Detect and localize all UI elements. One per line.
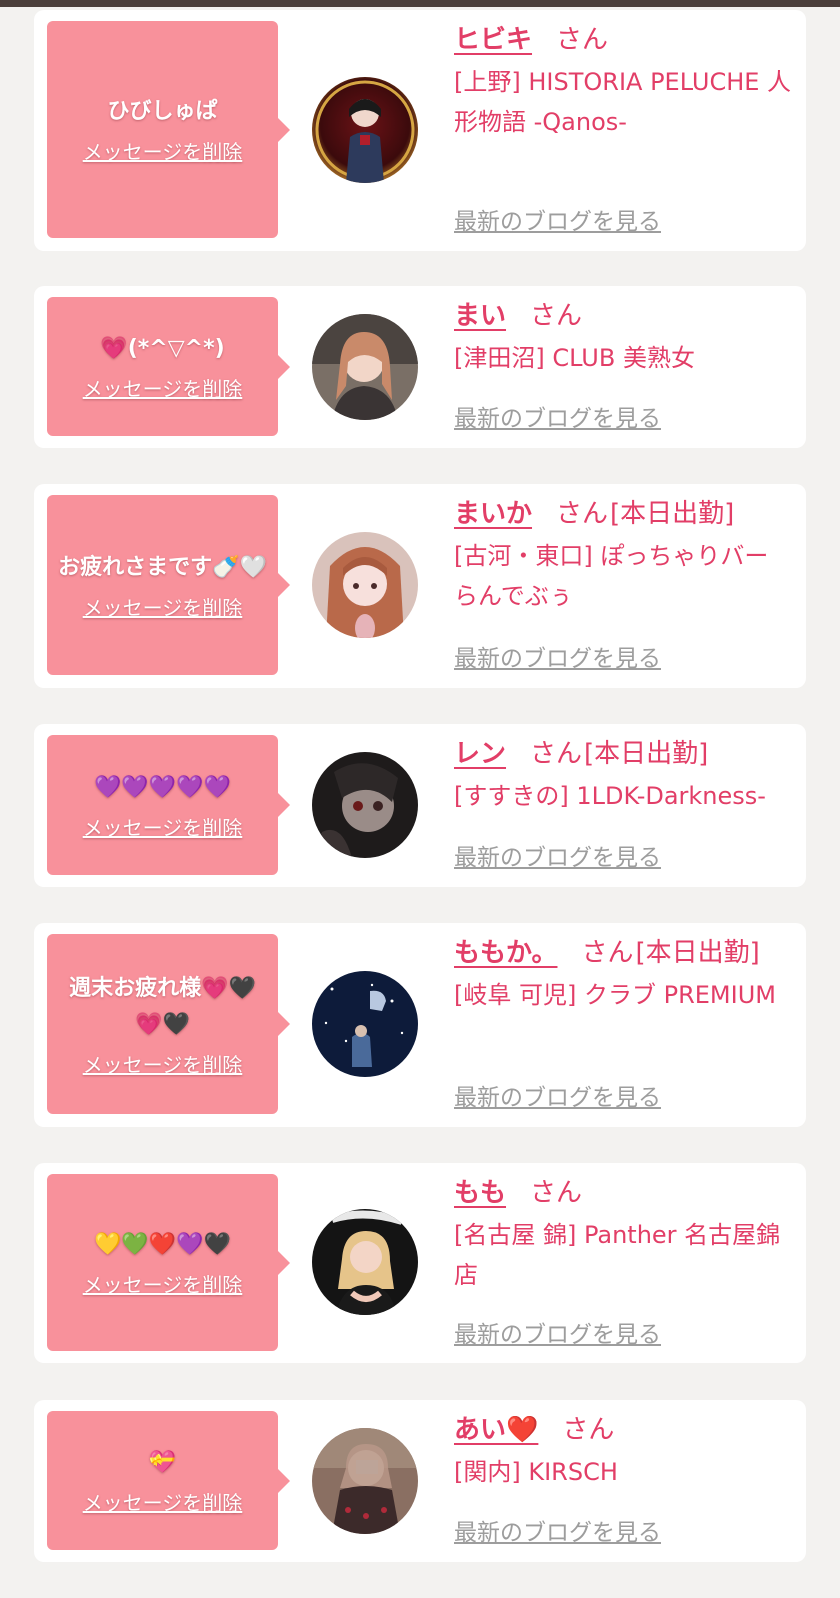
cast-name-link[interactable]: まいか: [454, 499, 532, 529]
honorific: さん: [562, 1415, 615, 1445]
shop-name: [名古屋 錦] Panther 名古屋錦店: [454, 1221, 781, 1289]
latest-blog-link[interactable]: 最新のブログを見る: [454, 639, 661, 673]
avatar[interactable]: [312, 1428, 418, 1534]
latest-blog-link[interactable]: 最新のブログを見る: [454, 1315, 661, 1349]
message-text: 💜💜💜💜💜: [94, 774, 231, 800]
favorite-card: 💛💚❤️💜🖤 メッセージを削除 もも さん [名古屋 錦] Panther 名古屋…: [34, 1163, 806, 1363]
message-bubble: 💗(*^▽^*) メッセージを削除: [47, 297, 290, 436]
shop-name: [津田沼] CLUB 美熟女: [454, 344, 695, 372]
status-text: [本日出勤]: [584, 739, 709, 769]
message-bubble: 💜💜💜💜💜 メッセージを削除: [47, 735, 290, 875]
cast-info: あい❤️ さん [関内] KIRSCH: [454, 1410, 799, 1492]
cast-name-link[interactable]: もも: [454, 1178, 506, 1208]
message-text: 週末お疲れ様💗🖤💗🖤: [69, 975, 256, 1037]
honorific: さん: [581, 938, 634, 968]
delete-message-link[interactable]: メッセージを削除: [83, 592, 243, 621]
avatar[interactable]: [312, 77, 418, 183]
latest-blog-link[interactable]: 最新のブログを見る: [454, 1513, 661, 1547]
latest-blog-link[interactable]: 最新のブログを見る: [454, 399, 661, 433]
message-text: 💗(*^▽^*): [100, 336, 225, 361]
top-bar: [0, 0, 840, 7]
delete-message-link[interactable]: メッセージを削除: [83, 136, 243, 165]
cast-name-link[interactable]: あい❤️: [454, 1415, 538, 1445]
latest-blog-link[interactable]: 最新のブログを見る: [454, 838, 661, 872]
cast-name-link[interactable]: レン: [454, 739, 506, 769]
avatar[interactable]: [312, 971, 418, 1077]
message-text: 💛💚❤️💜🖤: [94, 1232, 231, 1257]
cast-info: まい さん [津田沼] CLUB 美熟女: [454, 296, 799, 378]
favorite-card: 💜💜💜💜💜 メッセージを削除 レン さん[本日出勤] [すすきの] 1LDK-Da…: [34, 724, 806, 887]
honorific: さん: [530, 739, 583, 769]
status-text: [本日出勤]: [635, 938, 760, 968]
message-bubble: お疲れさまです🍼🤍 メッセージを削除: [47, 495, 290, 675]
cast-name-link[interactable]: まい: [454, 301, 506, 331]
delete-message-link[interactable]: メッセージを削除: [83, 812, 243, 841]
latest-blog-link[interactable]: 最新のブログを見る: [454, 202, 661, 236]
delete-message-link[interactable]: メッセージを削除: [83, 373, 243, 402]
favorite-card: 💗(*^▽^*) メッセージを削除 まい さん [津田沼] CLUB 美熟女 最新…: [34, 286, 806, 448]
cast-info: もも さん [名古屋 錦] Panther 名古屋錦店: [454, 1173, 799, 1295]
cast-info: まいか さん[本日出勤] [古河・東口] ぽっちゃりバー らんでぶぅ: [454, 494, 799, 616]
favorite-card: 週末お疲れ様💗🖤💗🖤 メッセージを削除 ももか。 さん[本日出勤] [岐阜 可児]…: [34, 923, 806, 1127]
honorific: さん: [556, 25, 609, 55]
shop-name: [関内] KIRSCH: [454, 1458, 618, 1486]
status-text: [本日出勤]: [610, 499, 735, 529]
cast-name-link[interactable]: ももか。: [454, 938, 557, 968]
shop-name: [すすきの] 1LDK-Darkness-: [454, 782, 766, 810]
honorific: さん: [530, 1178, 583, 1208]
cast-info: ももか。 さん[本日出勤] [岐阜 可児] クラブ PREMIUM: [454, 933, 799, 1015]
message-text: お疲れさまです🍼🤍: [58, 554, 267, 580]
cast-info: ヒビキ さん [上野] HISTORIA PELUCHE 人形物語 -Qanos-: [454, 20, 799, 142]
avatar[interactable]: [312, 532, 418, 638]
cast-name-link[interactable]: ヒビキ: [454, 25, 532, 55]
message-bubble: 週末お疲れ様💗🖤💗🖤 メッセージを削除: [47, 934, 290, 1114]
delete-message-link[interactable]: メッセージを削除: [83, 1269, 243, 1298]
avatar[interactable]: [312, 1209, 418, 1315]
shop-name: [古河・東口] ぽっちゃりバー らんでぶぅ: [454, 542, 769, 610]
avatar[interactable]: [312, 752, 418, 858]
avatar[interactable]: [312, 314, 418, 420]
favorite-card: お疲れさまです🍼🤍 メッセージを削除 まいか さん[本日出勤] [古河・東口] ぽ…: [34, 484, 806, 688]
delete-message-link[interactable]: メッセージを削除: [83, 1487, 243, 1516]
message-bubble: ひびしゅぱ メッセージを削除: [47, 21, 290, 238]
delete-message-link[interactable]: メッセージを削除: [83, 1049, 243, 1078]
message-bubble: 💛💚❤️💜🖤 メッセージを削除: [47, 1174, 290, 1351]
favorite-card: 💝 メッセージを削除 あい❤️ さん [関内] KIRSCH 最新のブログを見る: [34, 1400, 806, 1562]
honorific: さん: [556, 499, 609, 529]
shop-name: [岐阜 可児] クラブ PREMIUM: [454, 981, 776, 1009]
latest-blog-link[interactable]: 最新のブログを見る: [454, 1078, 661, 1112]
message-bubble: 💝 メッセージを削除: [47, 1411, 290, 1550]
message-text: ひびしゅぱ: [107, 99, 218, 124]
cast-info: レン さん[本日出勤] [すすきの] 1LDK-Darkness-: [454, 734, 799, 816]
honorific: さん: [530, 301, 583, 331]
shop-name: [上野] HISTORIA PELUCHE 人形物語 -Qanos-: [454, 68, 792, 136]
message-text: 💝: [148, 1450, 177, 1475]
favorite-card: ひびしゅぱ メッセージを削除 ヒビキ さん [上野] HISTORIA PELUC…: [34, 10, 806, 251]
